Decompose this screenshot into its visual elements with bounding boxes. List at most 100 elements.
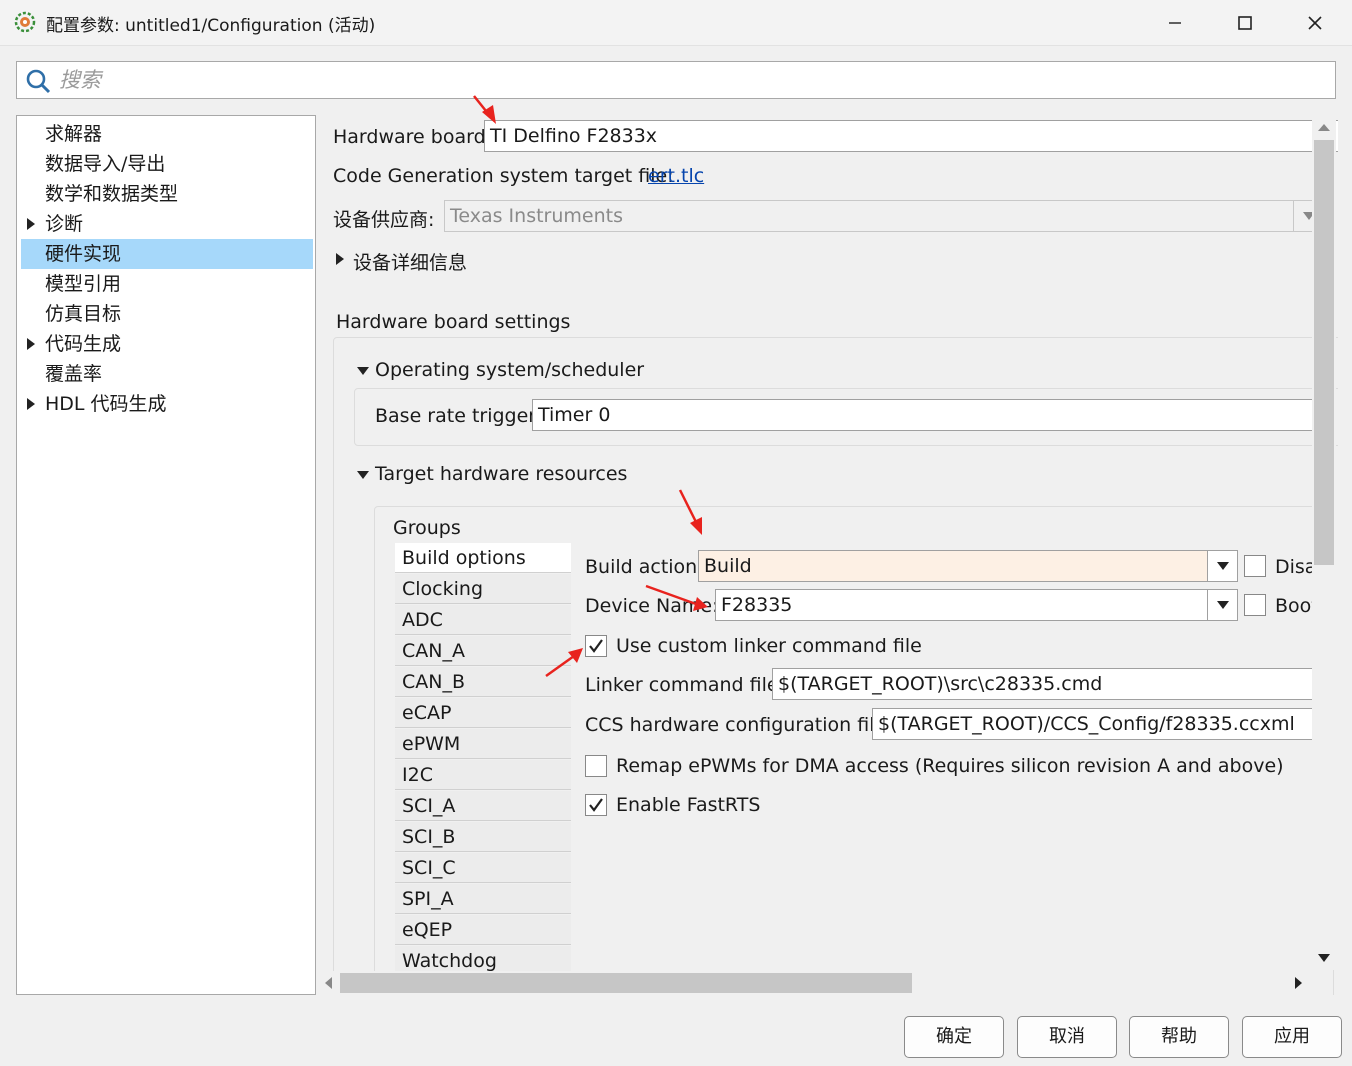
- expand-arrow-icon[interactable]: [27, 338, 35, 350]
- hardware-board-field[interactable]: TI Delfino F2833x: [484, 120, 1338, 152]
- expand-arrow-icon[interactable]: [27, 218, 35, 230]
- group-item-sci-c[interactable]: SCI_C: [395, 853, 571, 883]
- group-item-adc[interactable]: ADC: [395, 605, 571, 635]
- tree-item-label: 覆盖率: [45, 363, 103, 385]
- board-settings-title: Hardware board settings: [336, 311, 571, 333]
- groups-list: Build options Clocking ADC CAN_A CAN_B e…: [395, 543, 571, 983]
- groups-label: Groups: [393, 517, 461, 539]
- target-file-link[interactable]: ert.tlc: [648, 165, 704, 187]
- maximize-icon: [1238, 16, 1252, 30]
- build-action-label: Build action:: [585, 556, 704, 578]
- vendor-value: Texas Instruments: [450, 205, 623, 227]
- tree-item-label: 代码生成: [45, 333, 122, 355]
- device-name-value: F28335: [721, 594, 793, 616]
- horizontal-scroll-thumb[interactable]: [340, 973, 912, 993]
- chevron-down-icon[interactable]: [1207, 551, 1237, 581]
- fastrts-label: Enable FastRTS: [616, 794, 761, 816]
- expand-arrow-icon[interactable]: [336, 253, 344, 265]
- scroll-right-icon[interactable]: [1295, 977, 1302, 989]
- vertical-scroll-thumb[interactable]: [1314, 140, 1334, 565]
- ccs-config-field[interactable]: $(TARGET_ROOT)/CCS_Config/f28335.ccxml: [872, 708, 1332, 740]
- window-title: 配置参数: untitled1/Configuration (活动): [46, 16, 376, 36]
- custom-linker-checkbox[interactable]: [585, 635, 607, 657]
- disable-label: Disa: [1275, 556, 1317, 578]
- device-name-dropdown[interactable]: F28335: [715, 589, 1238, 621]
- target-file-label: Code Generation system target file:: [333, 165, 674, 187]
- vertical-scrollbar[interactable]: [1312, 118, 1336, 970]
- group-item-clocking[interactable]: Clocking: [395, 574, 571, 604]
- tree-item-solver[interactable]: 求解器: [21, 119, 313, 149]
- device-details-toggle[interactable]: 设备详细信息: [353, 248, 467, 275]
- tree-item-hardware-implementation[interactable]: 硬件实现: [21, 239, 313, 269]
- group-item-sci-a[interactable]: SCI_A: [395, 791, 571, 821]
- device-name-label: Device Name:: [585, 595, 719, 617]
- tree-item-coverage[interactable]: 覆盖率: [21, 359, 313, 389]
- scroll-up-icon[interactable]: [1318, 124, 1330, 131]
- os-section-panel: Base rate trigger: Timer 0: [354, 388, 1338, 446]
- tree-item-code-generation[interactable]: 代码生成: [21, 329, 313, 359]
- tree-item-diagnostics[interactable]: 诊断: [21, 209, 313, 239]
- group-item-sci-b[interactable]: SCI_B: [395, 822, 571, 852]
- group-item-epwm[interactable]: ePWM: [395, 729, 571, 759]
- remap-epwm-label: Remap ePWMs for DMA access (Requires sil…: [616, 755, 1284, 777]
- maximize-button[interactable]: [1210, 0, 1280, 46]
- tree-item-simulation-target[interactable]: 仿真目标: [21, 299, 313, 329]
- collapse-arrow-icon[interactable]: [357, 471, 369, 479]
- tree-item-label: 硬件实现: [45, 243, 122, 265]
- linker-file-value: $(TARGET_ROOT)\src\c28335.cmd: [778, 673, 1103, 695]
- resources-panel: Groups Build options Clocking ADC CAN_A …: [374, 506, 1334, 995]
- group-item-spi-a[interactable]: SPI_A: [395, 884, 571, 914]
- base-rate-field[interactable]: Timer 0: [532, 399, 1332, 431]
- collapse-arrow-icon[interactable]: [357, 367, 369, 375]
- group-item-eqep[interactable]: eQEP: [395, 915, 571, 945]
- tree-item-data-import-export[interactable]: 数据导入/导出: [21, 149, 313, 179]
- vendor-dropdown: Texas Instruments: [444, 200, 1324, 232]
- base-rate-value: Timer 0: [538, 404, 611, 426]
- tree-item-model-referencing[interactable]: 模型引用: [21, 269, 313, 299]
- group-item-i2c[interactable]: I2C: [395, 760, 571, 790]
- category-tree: 求解器 数据导入/导出 数学和数据类型 诊断 硬件实现 模型引用 仿真目标 代码…: [16, 115, 316, 995]
- simulink-gear-icon: [14, 11, 36, 33]
- group-item-can-a[interactable]: CAN_A: [395, 636, 571, 666]
- checkmark-icon: [589, 798, 603, 812]
- tree-item-math-data-types[interactable]: 数学和数据类型: [21, 179, 313, 209]
- hardware-board-value: TI Delfino F2833x: [490, 125, 658, 147]
- tree-item-label: 仿真目标: [45, 303, 122, 325]
- group-item-ecap[interactable]: eCAP: [395, 698, 571, 728]
- fastrts-checkbox[interactable]: [585, 794, 607, 816]
- cancel-button[interactable]: 取消: [1017, 1016, 1117, 1058]
- build-action-dropdown[interactable]: Build: [698, 550, 1238, 582]
- boot-checkbox[interactable]: [1244, 594, 1266, 616]
- base-rate-label: Base rate trigger:: [375, 405, 543, 427]
- chevron-down-icon[interactable]: [1207, 590, 1237, 620]
- apply-button[interactable]: 应用: [1242, 1016, 1342, 1058]
- scroll-left-icon[interactable]: [325, 977, 332, 989]
- os-section-title[interactable]: Operating system/scheduler: [375, 359, 644, 381]
- disable-checkbox[interactable]: [1244, 555, 1266, 577]
- ccs-config-value: $(TARGET_ROOT)/CCS_Config/f28335.ccxml: [878, 713, 1295, 735]
- help-button[interactable]: 帮助: [1129, 1016, 1229, 1058]
- tree-item-label: 求解器: [45, 123, 103, 145]
- horizontal-scrollbar[interactable]: [318, 971, 1312, 995]
- ccs-config-label: CCS hardware configuration file:: [585, 714, 893, 736]
- tree-item-hdl-code-generation[interactable]: HDL 代码生成: [21, 389, 313, 419]
- remap-epwm-checkbox[interactable]: [585, 755, 607, 777]
- group-item-build-options[interactable]: Build options: [395, 543, 571, 573]
- minimize-button[interactable]: [1140, 0, 1210, 46]
- tree-item-label: HDL 代码生成: [45, 393, 167, 415]
- close-button[interactable]: [1280, 0, 1350, 46]
- expand-arrow-icon[interactable]: [27, 398, 35, 410]
- title-bar: 配置参数: untitled1/Configuration (活动): [0, 0, 1352, 46]
- group-item-can-b[interactable]: CAN_B: [395, 667, 571, 697]
- search-input[interactable]: [57, 65, 1317, 95]
- search-box[interactable]: [16, 61, 1336, 99]
- tree-item-label: 模型引用: [45, 273, 122, 295]
- tree-item-label: 诊断: [45, 213, 84, 235]
- resources-section-title[interactable]: Target hardware resources: [375, 463, 627, 485]
- linker-file-field[interactable]: $(TARGET_ROOT)\src\c28335.cmd: [772, 668, 1332, 700]
- linker-file-label: Linker command file:: [585, 674, 785, 696]
- hardware-board-label: Hardware board:: [333, 126, 493, 148]
- ok-button[interactable]: 确定: [904, 1016, 1004, 1058]
- scroll-down-icon[interactable]: [1318, 954, 1330, 962]
- minimize-icon: [1169, 22, 1181, 24]
